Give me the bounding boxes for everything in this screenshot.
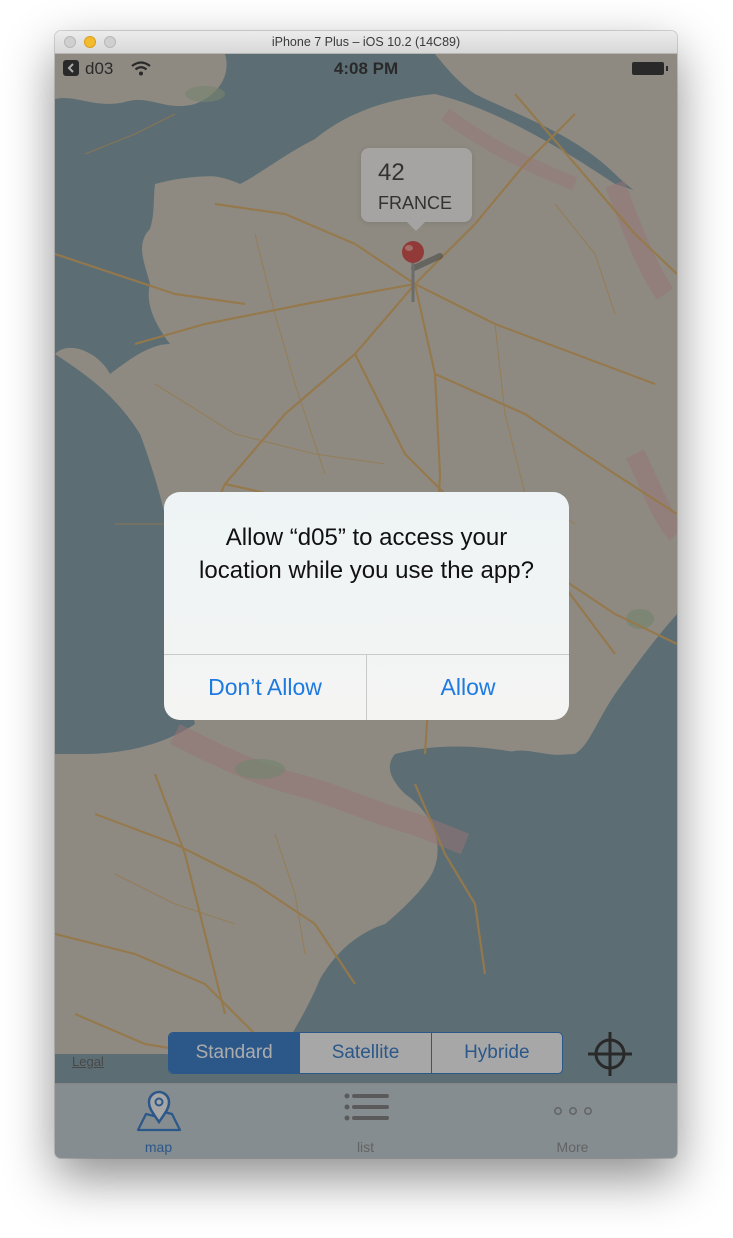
phone-screen: d03 4:08 PM 42 FRANCE Legal Standard Sat…: [55, 54, 677, 1158]
window-titlebar: iPhone 7 Plus – iOS 10.2 (14C89): [55, 31, 677, 54]
location-permission-alert: Allow “d05” to access your location whil…: [164, 492, 569, 720]
dont-allow-button[interactable]: Don’t Allow: [164, 655, 366, 720]
window-title: iPhone 7 Plus – iOS 10.2 (14C89): [271, 35, 461, 49]
simulator-window: iPhone 7 Plus – iOS 10.2 (14C89) d03 4:0…: [55, 31, 677, 1158]
alert-message: Allow “d05” to access your location whil…: [199, 524, 534, 584]
allow-button[interactable]: Allow: [367, 655, 569, 720]
